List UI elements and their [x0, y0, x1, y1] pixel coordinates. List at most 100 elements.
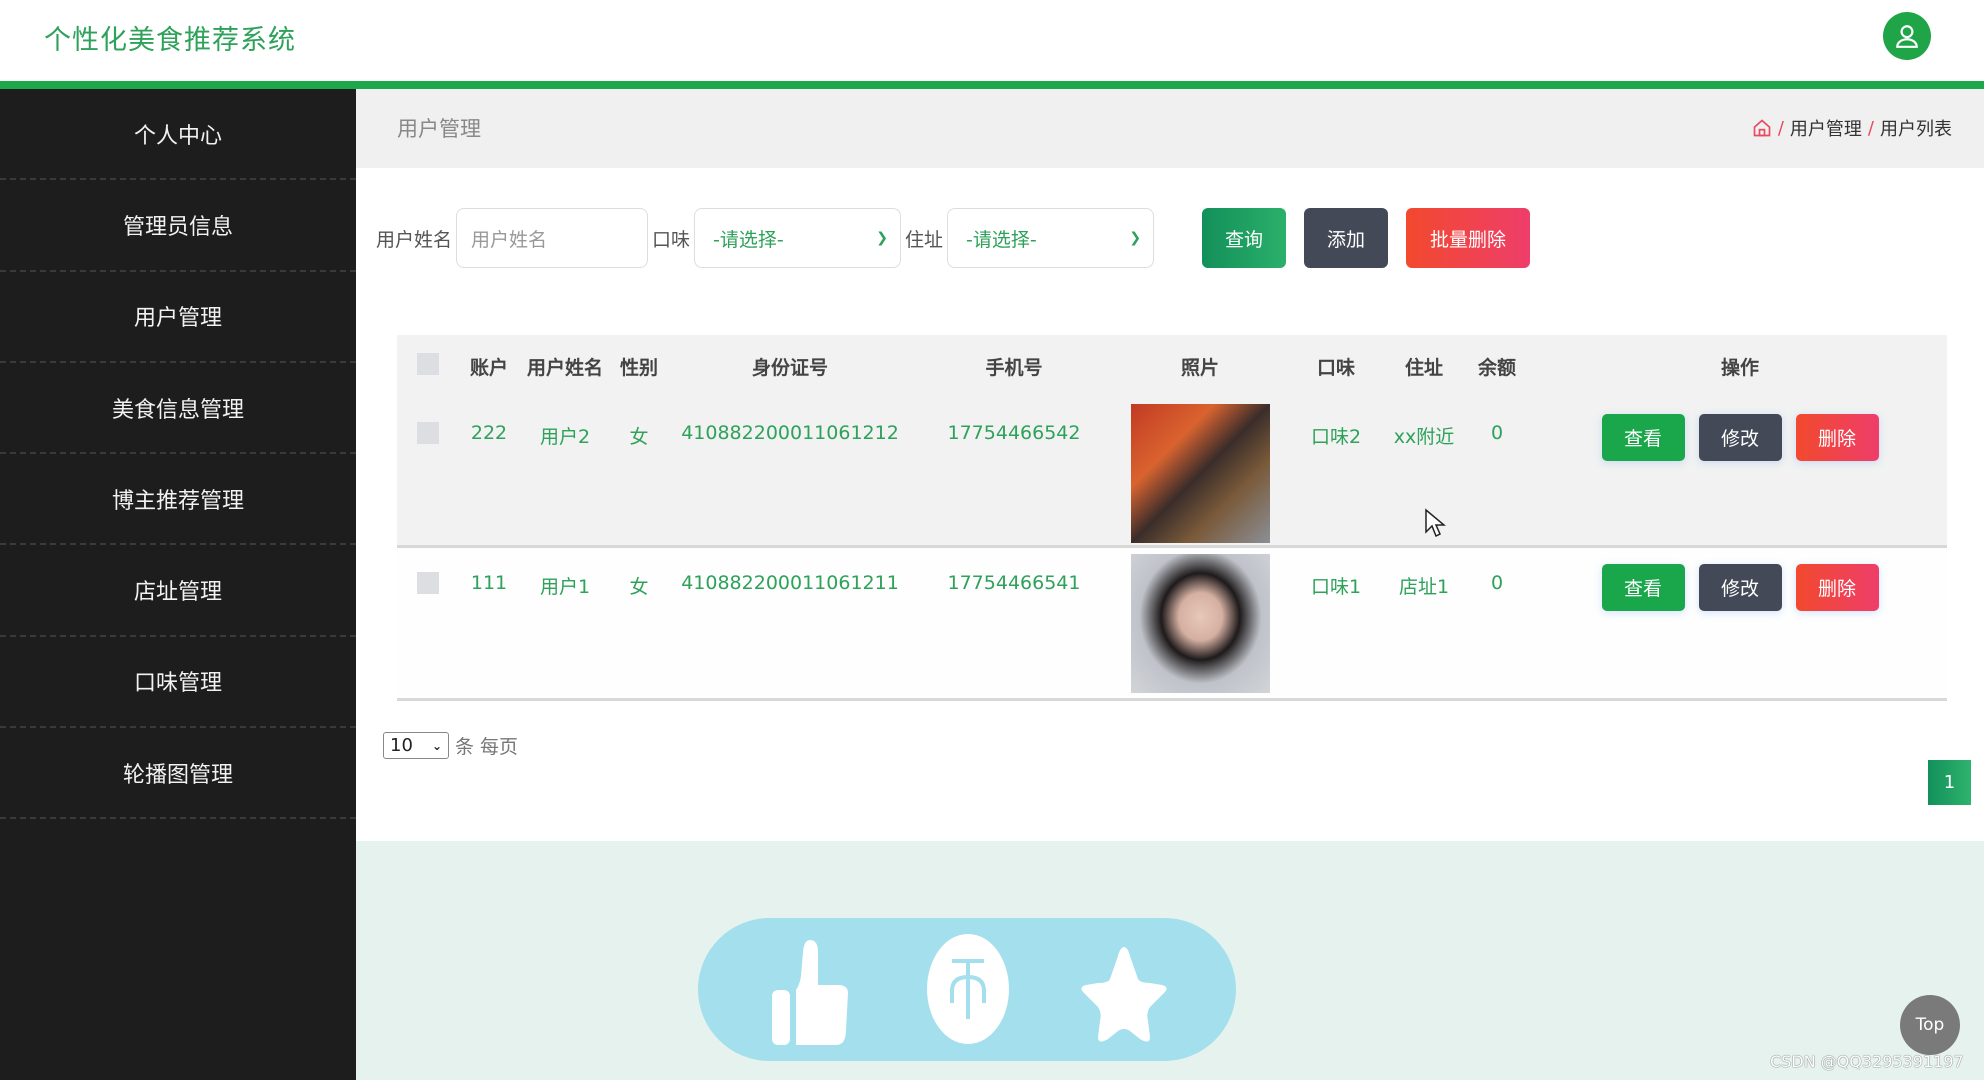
- sidebar-item-blogger-recommend[interactable]: 博主推荐管理: [0, 454, 356, 546]
- coin-icon[interactable]: [926, 933, 1010, 1045]
- sidebar-item-label: 美食信息管理: [111, 397, 244, 423]
- sidebar-item-user-management[interactable]: 用户管理: [0, 272, 356, 363]
- address-select-value: -请选择-: [966, 228, 1037, 251]
- phone-cell: 17754466542: [947, 422, 1081, 444]
- user-icon: [1896, 25, 1918, 48]
- taste-cell: 口味1: [1310, 576, 1362, 598]
- top-header: 个性化美食推荐系统: [0, 0, 1984, 81]
- main-content: 用户管理 / 用户管理 / 用户列表 用户姓名 用户姓名 口味 -请选择- ❯ …: [356, 89, 1984, 841]
- page-size-select[interactable]: 10 ⌄: [383, 732, 449, 759]
- taste-select-value: -请选择-: [713, 228, 784, 251]
- table-row: 111 用户1 女 410882200011061211 17754466541…: [397, 548, 1947, 701]
- page-size-value: 10: [390, 735, 413, 756]
- edit-button[interactable]: 修改: [1698, 414, 1782, 461]
- user-photo: [1130, 554, 1270, 693]
- delete-button[interactable]: 删除: [1795, 414, 1879, 461]
- column-header: 口味: [1316, 357, 1355, 379]
- address-select[interactable]: -请选择- ❯: [947, 208, 1155, 268]
- row-actions: 查看 修改 删除: [1533, 398, 1947, 461]
- table-header: 账户 用户姓名 性别 身份证号 手机号 照片 口味 住址 余额 操作: [397, 335, 1947, 398]
- sidebar-item-food-info[interactable]: 美食信息管理: [0, 363, 356, 455]
- column-header: 住址: [1404, 357, 1443, 379]
- sidebar-item-label: 用户管理: [133, 306, 222, 332]
- query-button[interactable]: 查询: [1202, 208, 1287, 268]
- back-to-top-button[interactable]: Top: [1900, 995, 1960, 1055]
- table-row: 222 用户2 女 410882200011061212 17754466542…: [397, 398, 1947, 548]
- select-all-checkbox[interactable]: [417, 353, 439, 375]
- sidebar-item-personal-center[interactable]: 个人中心: [0, 89, 356, 181]
- sidebar-item-carousel[interactable]: 轮播图管理: [0, 728, 356, 820]
- mouse-cursor-icon: [1425, 508, 1446, 538]
- sidebar: 个人中心 管理员信息 用户管理 美食信息管理 博主推荐管理 店址管理 口味管理 …: [0, 89, 356, 1080]
- chevron-down-icon: ❯: [1129, 230, 1142, 246]
- breadcrumb-item-user-management[interactable]: 用户管理: [1790, 115, 1862, 141]
- breadcrumb-separator: /: [1777, 117, 1784, 139]
- taste-cell: 口味2: [1310, 426, 1362, 448]
- column-header: 身份证号: [751, 357, 828, 379]
- view-button[interactable]: 查看: [1601, 414, 1685, 461]
- page-title: 用户管理: [397, 117, 481, 141]
- star-icon[interactable]: [1078, 943, 1170, 1045]
- column-header: 账户: [469, 357, 508, 379]
- sidebar-item-store-address[interactable]: 店址管理: [0, 545, 356, 637]
- sidebar-item-label: 管理员信息: [122, 214, 233, 240]
- edit-button[interactable]: 修改: [1698, 564, 1782, 611]
- column-header: 余额: [1477, 357, 1516, 379]
- name-input-placeholder: 用户姓名: [471, 228, 548, 251]
- id-number-cell: 410882200011061211: [681, 572, 899, 594]
- user-table: 账户 用户姓名 性别 身份证号 手机号 照片 口味 住址 余额 操作 222 用…: [397, 335, 1947, 701]
- home-icon[interactable]: [1752, 118, 1772, 138]
- breadcrumb-item-user-list: 用户列表: [1880, 119, 1952, 140]
- account-cell: 111: [470, 572, 508, 594]
- sidebar-item-label: 个人中心: [133, 123, 222, 149]
- page-size-label: 条 每页: [455, 736, 519, 758]
- watermark: CSDN @QQ3295391197: [1770, 1052, 1964, 1071]
- phone-cell: 17754466541: [947, 572, 1081, 594]
- page-1-button[interactable]: 1: [1928, 760, 1971, 805]
- sidebar-item-admin-info[interactable]: 管理员信息: [0, 180, 356, 272]
- column-header: 照片: [1180, 357, 1219, 379]
- add-button[interactable]: 添加: [1304, 208, 1389, 268]
- taste-label: 口味: [652, 228, 691, 251]
- delete-button[interactable]: 删除: [1795, 564, 1879, 611]
- page-size-control: 10 ⌄ 条 每页: [383, 732, 518, 759]
- app-title: 个性化美食推荐系统: [44, 25, 296, 56]
- name-label: 用户姓名: [376, 228, 453, 251]
- sidebar-item-label: 博主推荐管理: [111, 488, 244, 514]
- sidebar-item-label: 轮播图管理: [122, 762, 233, 788]
- chevron-down-icon: ⌄: [431, 738, 442, 753]
- column-header: 用户姓名: [526, 357, 603, 379]
- sidebar-item-label: 口味管理: [133, 671, 222, 697]
- sidebar-item-taste[interactable]: 口味管理: [0, 637, 356, 729]
- chevron-down-icon: ❯: [876, 230, 889, 246]
- bulk-delete-button[interactable]: 批量删除: [1406, 208, 1531, 268]
- address-label: 住址: [905, 228, 944, 251]
- column-header: 性别: [619, 357, 658, 379]
- avatar[interactable]: [1883, 12, 1931, 60]
- breadcrumb: / 用户管理 / 用户列表: [1752, 115, 1952, 141]
- address-cell: xx附近: [1393, 426, 1455, 448]
- breadcrumb-separator: /: [1867, 117, 1874, 139]
- account-cell: 222: [470, 422, 508, 444]
- name-search-input[interactable]: 用户姓名: [456, 208, 649, 268]
- balance-cell: 0: [1490, 572, 1504, 594]
- id-number-cell: 410882200011061212: [681, 422, 899, 444]
- row-checkbox[interactable]: [417, 422, 439, 444]
- name-cell: 用户2: [539, 426, 591, 448]
- row-actions: 查看 修改 删除: [1533, 548, 1947, 611]
- row-checkbox[interactable]: [417, 572, 439, 594]
- view-button[interactable]: 查看: [1601, 564, 1685, 611]
- user-photo: [1130, 404, 1270, 543]
- balance-cell: 0: [1490, 422, 1504, 444]
- floating-action-pill: [698, 918, 1236, 1061]
- gender-cell: 女: [629, 576, 649, 598]
- name-cell: 用户1: [539, 576, 591, 598]
- sidebar-item-label: 店址管理: [133, 580, 222, 606]
- taste-select[interactable]: -请选择- ❯: [694, 208, 902, 268]
- header-accent-bar: [0, 81, 1984, 89]
- page-header-bar: 用户管理 / 用户管理 / 用户列表: [356, 89, 1984, 168]
- column-header: 手机号: [985, 357, 1043, 379]
- search-bar: 用户姓名 用户姓名 口味 -请选择- ❯ 住址 -请选择- ❯ 查询 添加 批量…: [376, 208, 1531, 268]
- thumbs-up-icon[interactable]: [766, 938, 856, 1048]
- address-cell: 店址1: [1398, 576, 1450, 598]
